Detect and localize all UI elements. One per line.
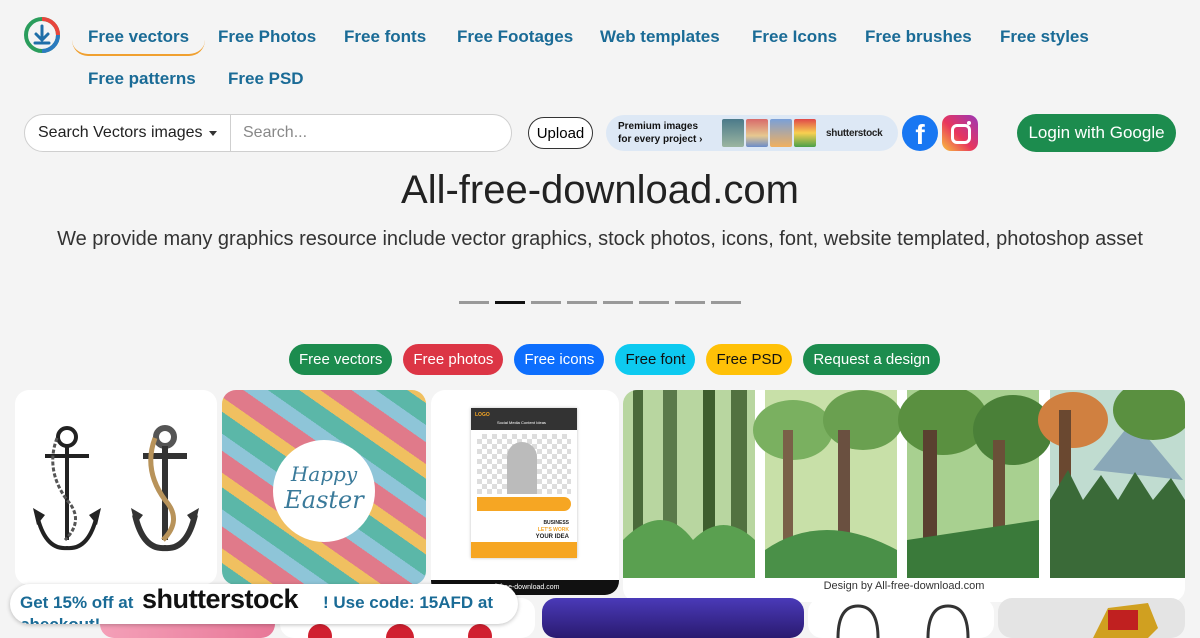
easter-easter: Easter bbox=[284, 486, 364, 514]
nav-free-photos[interactable]: Free Photos bbox=[218, 27, 316, 47]
category-pill[interactable]: Free vectors bbox=[289, 344, 393, 375]
coupon-text-3: checkout! bbox=[20, 615, 100, 624]
flyer-preview: LOGO Social Media Content Ideas BUSINESS… bbox=[471, 408, 577, 558]
flyer-head: Social Media Content Ideas bbox=[497, 420, 546, 425]
flyer-header: LOGO Social Media Content Ideas bbox=[471, 408, 577, 430]
flyer-text-block: BUSINESS LET'S WORK YOUR IDEA bbox=[536, 520, 569, 541]
easter-badge: Happy Easter bbox=[273, 440, 375, 542]
login-with-google-button[interactable]: Login with Google bbox=[1017, 114, 1176, 152]
nav-free-vectors[interactable]: Free vectors bbox=[71, 27, 206, 56]
site-logo[interactable] bbox=[24, 17, 60, 53]
carousel-indicator[interactable] bbox=[459, 301, 489, 304]
upload-button[interactable]: Upload bbox=[528, 117, 593, 149]
forest-caption: Design by All-free-download.com bbox=[823, 580, 985, 592]
carousel-indicator[interactable] bbox=[531, 301, 561, 304]
promo-thumbnails bbox=[722, 119, 816, 147]
search-bar: Search Vectors images bbox=[24, 114, 512, 152]
search-category-select[interactable]: Search Vectors images bbox=[25, 115, 231, 151]
flyer-idea2: YOUR IDEA bbox=[535, 534, 569, 540]
carousel-indicator[interactable] bbox=[675, 301, 705, 304]
category-pill[interactable]: Free photos bbox=[403, 344, 504, 375]
nav-free-footages[interactable]: Free Footages bbox=[457, 27, 573, 47]
nav-web-templates[interactable]: Web templates bbox=[600, 27, 720, 47]
flyer-idea1: LET'S WORK bbox=[537, 527, 569, 533]
flyer-business: BUSINESS bbox=[543, 520, 569, 526]
card-easter-pattern[interactable]: Happy Easter bbox=[222, 390, 426, 585]
card-bottom-portraits[interactable] bbox=[808, 598, 994, 638]
page-subtitle: We provide many graphics resource includ… bbox=[57, 228, 1143, 250]
carousel-indicator[interactable] bbox=[567, 301, 597, 304]
anchor-illustration bbox=[33, 425, 199, 552]
flyer-logo: LOGO bbox=[475, 412, 490, 418]
coupon-text-2: ! Use code: 15AFD at bbox=[323, 593, 494, 612]
coupon-text-1: Get 15% off at bbox=[20, 593, 134, 612]
category-pill[interactable]: Free icons bbox=[514, 344, 605, 375]
search-category-label: Search Vectors images bbox=[38, 124, 203, 141]
card-bottom-box[interactable] bbox=[998, 598, 1185, 638]
card-social-flyer[interactable]: LOGO Social Media Content Ideas BUSINESS… bbox=[431, 390, 619, 595]
category-pill[interactable]: Request a design bbox=[803, 344, 941, 375]
coupon-banner[interactable]: Get 15% off at shutterstock ! Use code: … bbox=[10, 584, 518, 624]
portrait-sketches bbox=[836, 604, 970, 638]
shutterstock-promo-banner[interactable]: Premium images for every project › shutt… bbox=[606, 115, 898, 151]
carousel-indicator[interactable] bbox=[495, 301, 525, 304]
nav-free-psd[interactable]: Free PSD bbox=[228, 69, 304, 89]
nav-free-fonts[interactable]: Free fonts bbox=[344, 27, 426, 47]
promo-text: Premium images for every project › bbox=[618, 120, 720, 146]
coupon-brand: shutterstock bbox=[142, 584, 299, 614]
forest-illustrations bbox=[623, 390, 1185, 578]
instagram-icon[interactable] bbox=[942, 115, 978, 151]
carousel-indicator[interactable] bbox=[711, 301, 741, 304]
page-title: All-free-download.com bbox=[401, 168, 799, 212]
category-pill[interactable]: Free font bbox=[615, 344, 696, 375]
carousel-indicator[interactable] bbox=[639, 301, 669, 304]
nav-free-patterns[interactable]: Free patterns bbox=[88, 69, 196, 89]
chevron-down-icon bbox=[208, 130, 217, 136]
easter-happy: Happy bbox=[290, 462, 358, 486]
facebook-glyph: f bbox=[915, 119, 925, 150]
card-anchor-vectors[interactable] bbox=[15, 390, 217, 585]
nav-free-styles[interactable]: Free styles bbox=[1000, 27, 1089, 47]
facebook-icon[interactable]: f bbox=[902, 115, 938, 151]
flyer-photo bbox=[477, 434, 571, 494]
card-forest-backgrounds[interactable]: Design by All-free-download.com bbox=[623, 390, 1185, 602]
search-input[interactable] bbox=[231, 115, 511, 151]
category-pills: Free vectors Free photos Free icons Free fo… bbox=[289, 344, 941, 375]
promo-line1: Premium images bbox=[618, 121, 699, 132]
box-illustration bbox=[1093, 603, 1158, 638]
nav-free-brushes[interactable]: Free brushes bbox=[865, 27, 972, 47]
flyer-footer-band bbox=[471, 542, 577, 558]
card-bottom-space[interactable] bbox=[542, 598, 804, 638]
flyer-orange-band bbox=[477, 497, 571, 511]
carousel-indicators bbox=[459, 301, 741, 304]
carousel-indicator[interactable] bbox=[603, 301, 633, 304]
nav-free-icons[interactable]: Free Icons bbox=[752, 27, 837, 47]
category-pill[interactable]: Free PSD bbox=[706, 344, 793, 375]
promo-arrow: › bbox=[699, 134, 703, 145]
promo-line2: for every project bbox=[618, 134, 697, 145]
promo-brand: shutterstock bbox=[826, 127, 883, 139]
